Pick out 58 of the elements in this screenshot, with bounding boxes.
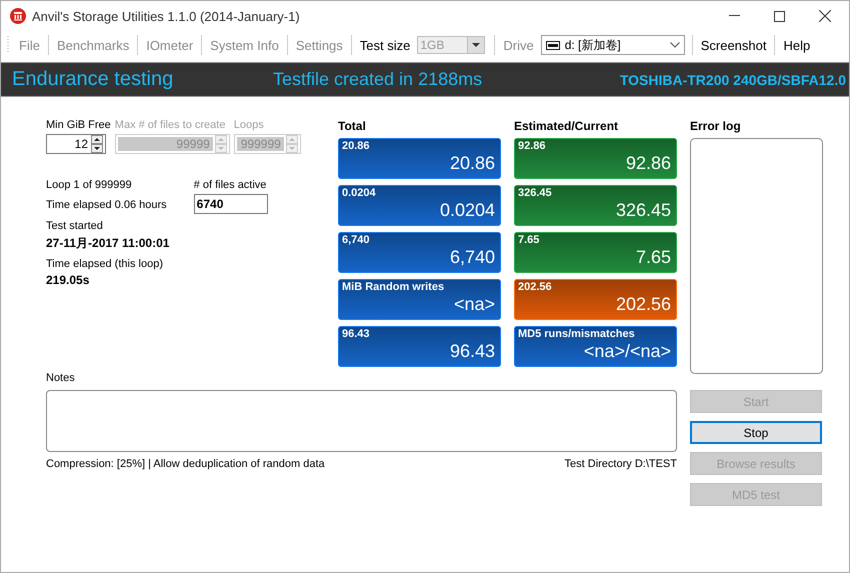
tile-value: 6,740 <box>448 246 495 268</box>
minimize-icon[interactable] <box>729 15 740 17</box>
mode-title: Endurance testing <box>12 68 174 91</box>
tile-value: 0.0204 <box>438 199 495 221</box>
grip-icon <box>7 35 10 55</box>
tile-caption: 20.86 <box>342 140 371 152</box>
tile-caption: 326.45 <box>518 187 553 199</box>
column-heading: Total <box>338 119 367 132</box>
notes-label: Notes <box>46 372 76 384</box>
drive-icon <box>546 40 560 50</box>
number-spinner[interactable]: 12 <box>46 134 106 154</box>
loop-counter: Loop 1 of 999999 <box>46 179 133 191</box>
spinner-label: Min GiB Free <box>46 119 111 131</box>
tile-value: <na>/<na> <box>582 340 671 362</box>
action-button[interactable]: Stop <box>690 421 822 444</box>
toolbar-label: Drive <box>502 38 535 52</box>
app-icon <box>10 8 26 24</box>
status-message: Testfile created in 2188ms <box>273 69 484 90</box>
drive-dropdown[interactable]: d: [新加卷] <box>540 35 685 55</box>
tile-value: 202.56 <box>614 293 671 315</box>
spinner-label: Loops <box>234 119 265 131</box>
column-heading: Estimated/Current <box>514 119 620 132</box>
tile-caption: MiB Random writes <box>342 281 446 293</box>
menu-item[interactable]: Screenshot <box>700 38 768 52</box>
tile-caption: MD5 runs/mismatches <box>518 328 636 340</box>
tile-caption: 0.0204 <box>342 187 377 199</box>
close-icon[interactable] <box>819 10 831 22</box>
device-name: TOSHIBA-TR200 240GB/SBFA12.0 <box>620 72 846 88</box>
tile-caption: 7.65 <box>518 234 540 246</box>
tile-caption: 202.56 <box>518 281 553 293</box>
test-directory: Test Directory D:\TEST <box>564 458 677 470</box>
maximize-icon[interactable] <box>774 10 785 22</box>
tile-caption: 92.86 <box>518 140 547 152</box>
notes-field[interactable] <box>46 390 677 452</box>
tile-caption: 6,740 <box>342 234 371 246</box>
loop-time-value: 219.05s <box>46 273 90 287</box>
tile-value: 7.65 <box>634 246 671 268</box>
chevron-icon <box>670 42 680 48</box>
tile-value: 96.43 <box>448 340 495 362</box>
tile-value: 326.45 <box>614 199 671 221</box>
compression-info: Compression: [25%] | Allow deduplication of random data <box>46 458 325 470</box>
tile-value: 92.86 <box>624 152 671 174</box>
toolbar-label: Test size <box>358 38 412 52</box>
spinner-label: Max # of files to create <box>114 119 226 131</box>
tile-caption: 96.43 <box>342 328 371 340</box>
files-active-field[interactable]: 6740 <box>194 194 268 214</box>
loop-time-label: Time elapsed (this loop) <box>46 258 164 270</box>
window-title: Anvil's Storage Utilities 1.1.0 (2014-January-1) <box>32 8 300 24</box>
spin-arrows-icon[interactable] <box>91 135 103 153</box>
test-started-value: 27-11月-2017 11:00:01 <box>46 235 170 252</box>
time-elapsed: Time elapsed 0.06 hours <box>46 199 167 211</box>
tile-value: <na> <box>452 293 495 315</box>
files-active-label: # of files active <box>194 179 268 191</box>
caret-icon <box>472 43 480 47</box>
menu-item[interactable]: Help <box>782 38 812 52</box>
test-started-label: Test started <box>46 220 104 232</box>
tile-value: 20.86 <box>448 152 495 174</box>
error-log-heading: Error log <box>690 119 742 132</box>
